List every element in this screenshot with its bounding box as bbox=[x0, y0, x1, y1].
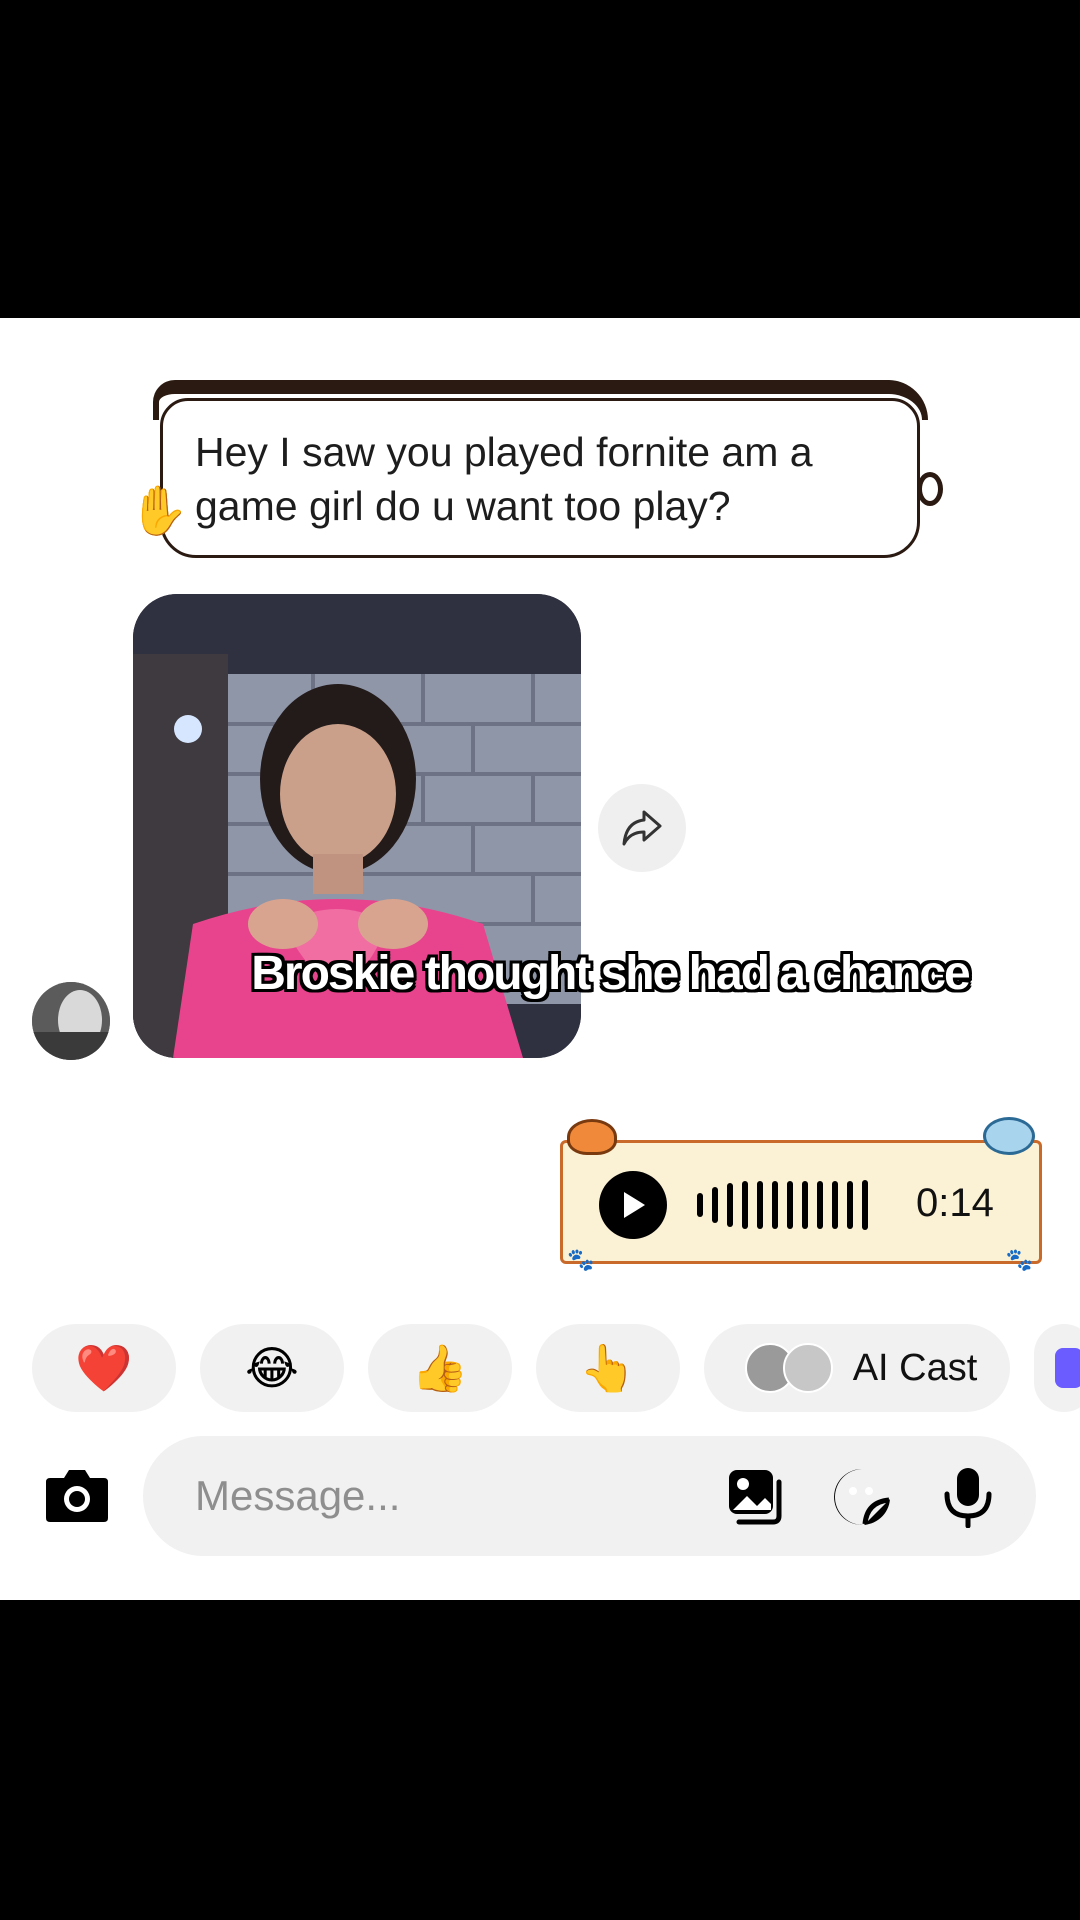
camera-icon bbox=[46, 1470, 108, 1522]
incoming-message[interactable]: Hey I saw you played fornite am a game g… bbox=[128, 380, 945, 576]
ai-cast-avatar bbox=[782, 1343, 833, 1393]
reaction-laugh[interactable]: 😂 bbox=[200, 1324, 344, 1412]
waveform[interactable] bbox=[697, 1177, 868, 1233]
ai-cast-button[interactable]: AI Cast bbox=[704, 1324, 1010, 1412]
sender-avatar[interactable] bbox=[32, 982, 110, 1060]
chat-thread[interactable]: Hey I saw you played fornite am a game g… bbox=[0, 318, 1080, 1600]
voice-duration: 0:14 bbox=[916, 1181, 994, 1225]
dog-decoration-icon bbox=[983, 1117, 1035, 1155]
sticker-icon[interactable] bbox=[831, 1466, 893, 1528]
ai-cast-label: AI Cast bbox=[852, 1346, 978, 1389]
quick-reactions-row: ❤️ 😂 👍 👆 AI Cast bbox=[32, 1324, 1080, 1412]
laughing-icon: 😂 bbox=[245, 1342, 299, 1394]
microphone-icon[interactable] bbox=[937, 1466, 999, 1528]
share-arrow-icon bbox=[622, 810, 662, 846]
camera-button[interactable] bbox=[44, 1466, 110, 1524]
cat-decoration-icon bbox=[567, 1119, 617, 1155]
bottom-black-bar bbox=[0, 1600, 1080, 1920]
message-bubble[interactable]: Hey I saw you played fornite am a game g… bbox=[160, 398, 920, 558]
play-button[interactable] bbox=[599, 1171, 667, 1239]
reaction-pointing[interactable]: 👆 bbox=[536, 1324, 680, 1412]
reaction-thumbs-up[interactable]: 👍 bbox=[368, 1324, 512, 1412]
waving-hand-icon: ✋ bbox=[128, 485, 190, 538]
more-reaction-chip[interactable] bbox=[1034, 1324, 1080, 1412]
thumbs-up-icon: 👍 bbox=[411, 1341, 469, 1394]
bubble-curl-decoration bbox=[917, 472, 943, 506]
reaction-heart[interactable]: ❤️ bbox=[32, 1324, 176, 1412]
top-black-bar bbox=[0, 0, 1080, 318]
message-composer[interactable]: Message... bbox=[143, 1436, 1036, 1556]
share-button[interactable] bbox=[598, 784, 686, 872]
video-caption-overlay: Broskie thought she had a chance bbox=[251, 947, 971, 1000]
gallery-icon[interactable] bbox=[725, 1466, 787, 1528]
sparkle-icon bbox=[1055, 1348, 1080, 1388]
paw-decoration-icon: 🐾 bbox=[567, 1247, 595, 1272]
heart-icon: ❤️ bbox=[75, 1341, 133, 1394]
message-input[interactable]: Message... bbox=[195, 1472, 400, 1520]
voice-message[interactable]: 0:14 🐾 🐾 bbox=[560, 1117, 1042, 1272]
paw-decoration-icon: 🐾 bbox=[1005, 1247, 1033, 1272]
message-text: Hey I saw you played fornite am a game g… bbox=[195, 429, 813, 529]
play-icon bbox=[624, 1192, 645, 1218]
pointing-up-icon: 👆 bbox=[579, 1341, 637, 1394]
